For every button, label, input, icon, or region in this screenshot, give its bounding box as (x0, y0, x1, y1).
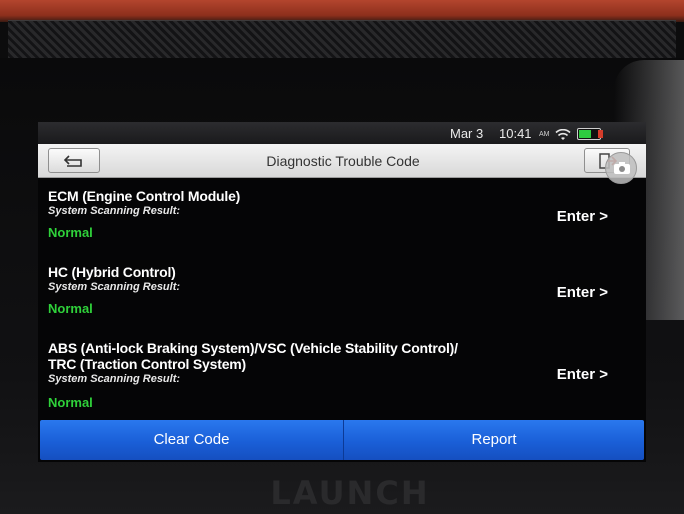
report-button[interactable]: Report (344, 420, 644, 460)
enter-button[interactable]: Enter > (557, 366, 608, 383)
title-bar: Diagnostic Trouble Code (38, 144, 646, 184)
back-button[interactable] (48, 148, 100, 173)
enter-button[interactable]: Enter > (557, 284, 608, 301)
diagnostic-screen: Mar 3 10:41 AM Diagnostic Trouble Code E… (38, 122, 646, 462)
battery-level-fill (579, 130, 591, 138)
scan-result-status: Normal (48, 225, 93, 240)
clear-code-button[interactable]: Clear Code (40, 420, 343, 460)
status-ampm: AM (539, 131, 550, 138)
status-time: 10:41 (499, 126, 532, 141)
wifi-icon (555, 128, 571, 140)
system-item-ecm[interactable]: ECM (Engine Control Module) System Scann… (48, 188, 638, 241)
scan-result-status: Normal (48, 301, 93, 316)
scan-result-label: System Scanning Result: (48, 373, 181, 385)
scan-result-status: Normal (48, 395, 93, 410)
system-name-line2: TRC (Traction Control System) (48, 356, 246, 372)
camera-button[interactable] (605, 152, 637, 184)
scan-result-label: System Scanning Result: (48, 205, 181, 217)
system-item-abs-vsc-trc[interactable]: ABS (Anti-lock Braking System)/VSC (Vehi… (48, 340, 638, 411)
back-arrow-icon (63, 155, 82, 167)
system-name-line1: ABS (Anti-lock Braking System)/VSC (Vehi… (48, 340, 458, 356)
system-name: ECM (Engine Control Module) (48, 188, 241, 204)
system-name: HC (Hybrid Control) (48, 264, 176, 280)
status-date: Mar 3 (450, 126, 484, 141)
system-item-hc[interactable]: HC (Hybrid Control) System Scanning Resu… (48, 264, 638, 317)
scan-result-label: System Scanning Result: (48, 281, 181, 293)
battery-tip (598, 130, 603, 138)
device-case-top (0, 0, 684, 22)
status-bar: Mar 3 10:41 AM (38, 122, 646, 144)
device-brand-logo: LAUNCH (270, 474, 430, 512)
device-grip-texture (8, 20, 676, 60)
camera-icon (614, 162, 630, 174)
enter-button[interactable]: Enter > (557, 208, 608, 225)
page-title: Diagnostic Trouble Code (266, 153, 420, 169)
action-bar: Clear Code Report (40, 420, 644, 460)
